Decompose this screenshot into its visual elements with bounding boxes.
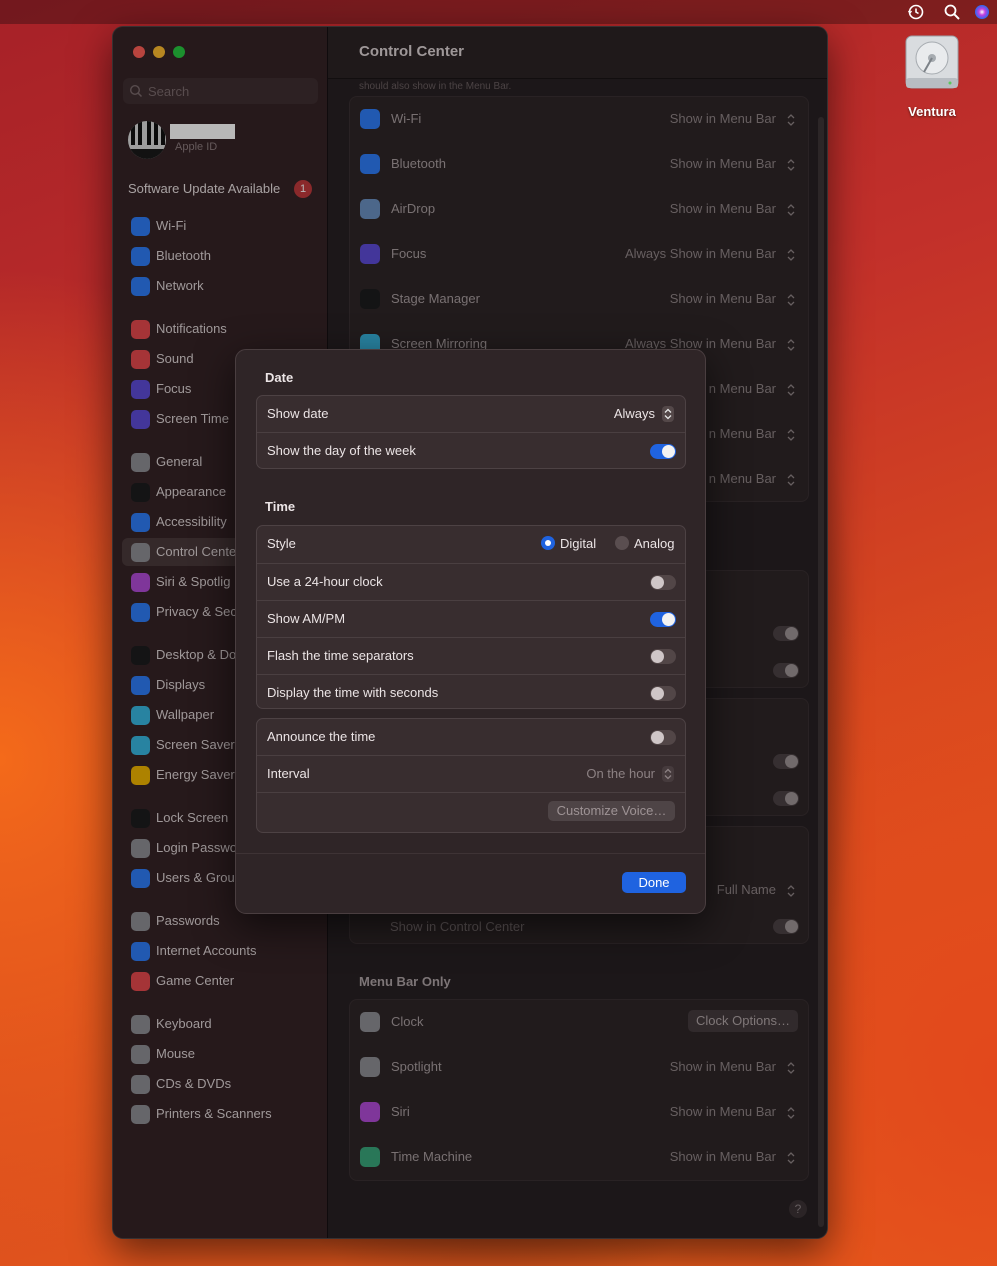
customize-voice-button[interactable]: Customize Voice… [548, 801, 675, 821]
hard-drive-label: Ventura [908, 104, 956, 119]
customize-voice-row: Customize Voice… [257, 792, 685, 832]
date-group: Show date Always Show the day of the wee… [256, 395, 686, 469]
analog-radio[interactable] [615, 536, 629, 550]
ampm-label: Show AM/PM [267, 611, 346, 626]
flash-toggle[interactable] [650, 649, 676, 664]
flash-row: Flash the time separators [257, 637, 685, 674]
clock-options-dialog: Date Show date Always Show the day of th… [235, 349, 706, 914]
style-row: Style Digital Analog [257, 526, 685, 562]
show-date-value[interactable]: Always [614, 406, 655, 421]
style-label: Style [267, 536, 296, 551]
day-of-week-toggle[interactable] [650, 444, 676, 459]
date-section-title: Date [265, 370, 294, 385]
dialog-divider [236, 853, 705, 854]
clock24-toggle[interactable] [650, 575, 676, 590]
menu-bar [0, 0, 997, 24]
announce-toggle[interactable] [650, 730, 676, 745]
show-date-row: Show date Always [257, 396, 685, 432]
digital-radio[interactable] [541, 536, 555, 550]
day-of-week-label: Show the day of the week [267, 443, 416, 458]
ampm-toggle[interactable] [650, 612, 676, 627]
spotlight-search-icon[interactable] [943, 3, 961, 21]
interval-label: Interval [267, 766, 310, 781]
clock24-label: Use a 24-hour clock [267, 574, 383, 589]
flash-label: Flash the time separators [267, 648, 414, 663]
day-of-week-row: Show the day of the week [257, 432, 685, 469]
show-date-label: Show date [267, 406, 329, 421]
announce-label: Announce the time [267, 729, 376, 744]
done-button[interactable]: Done [622, 872, 686, 893]
show-date-stepper-icon[interactable] [662, 406, 674, 422]
seconds-row: Display the time with seconds [257, 674, 685, 711]
hard-drive-icon[interactable] [902, 32, 962, 96]
clock24-row: Use a 24-hour clock [257, 563, 685, 600]
time-section-title: Time [265, 499, 296, 514]
siri-icon[interactable] [973, 3, 991, 21]
ampm-row: Show AM/PM [257, 600, 685, 637]
announce-row: Announce the time [257, 719, 685, 755]
interval-stepper-icon[interactable] [662, 766, 674, 782]
digital-label[interactable]: Digital [560, 536, 596, 551]
interval-row: Interval On the hour [257, 755, 685, 792]
time-group: Style Digital Analog Use a 24-hour clock… [256, 525, 686, 709]
seconds-label: Display the time with seconds [267, 685, 439, 700]
announce-group: Announce the time Interval On the hour C… [256, 718, 686, 833]
interval-value[interactable]: On the hour [586, 766, 655, 781]
time-machine-icon[interactable] [907, 3, 925, 21]
analog-label[interactable]: Analog [634, 536, 674, 551]
seconds-toggle[interactable] [650, 686, 676, 701]
